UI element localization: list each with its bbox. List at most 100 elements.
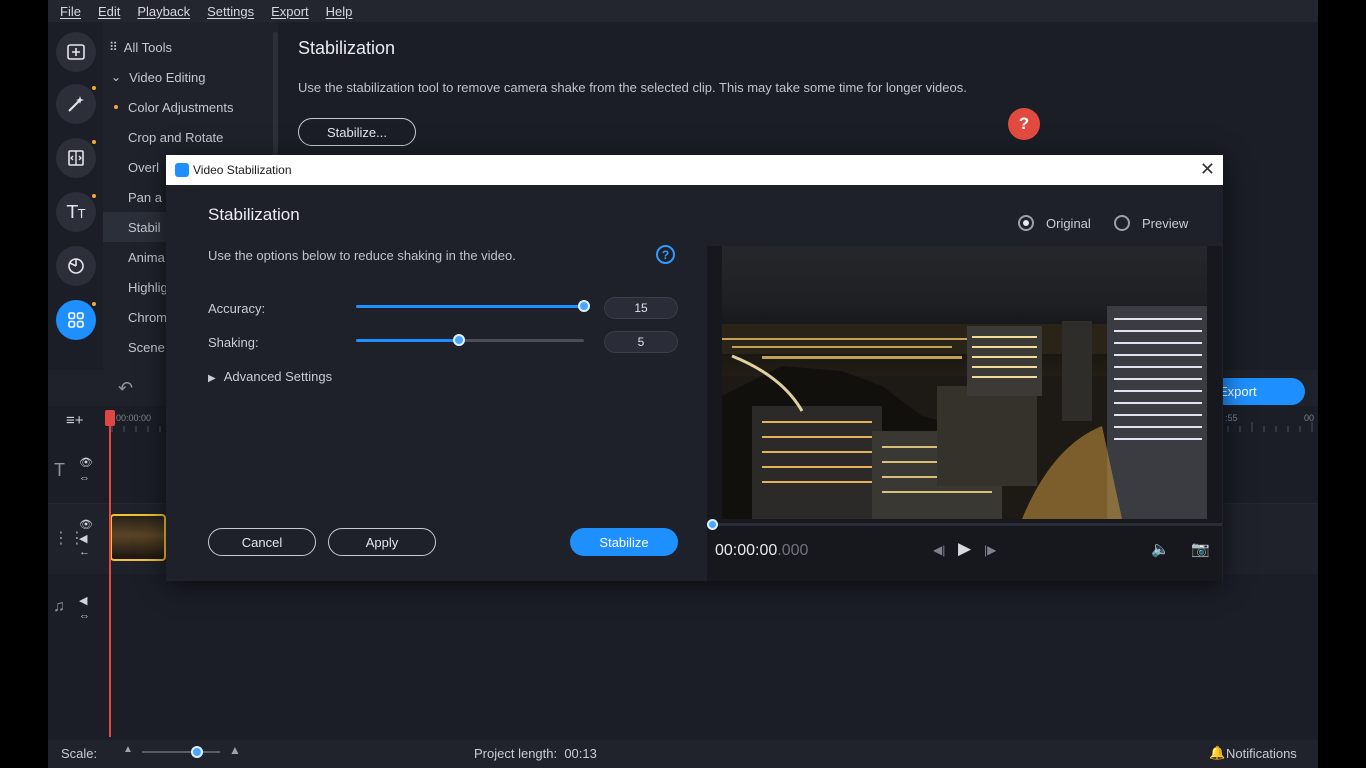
menu-bar: File Edit Playback Settings Export Help [48,0,1318,22]
tool-nav-label: Video Editing [129,69,206,85]
panel-description: Use the stabilization tool to remove cam… [298,80,967,95]
volume-icon[interactable]: ◀ [79,532,87,545]
apply-button[interactable]: Apply [328,528,436,556]
accuracy-slider-fill [356,305,584,308]
preview-radio-label[interactable]: Preview [1142,216,1188,231]
more-tools-icon [68,312,84,328]
arrow-icon[interactable]: ← [79,546,90,558]
help-circle-icon[interactable]: ? [656,245,675,264]
import-icon [67,44,85,60]
export-button[interactable]: Export [1211,378,1305,405]
video-preview[interactable] [722,246,1207,519]
track-controls: T 👁 ⇔ [48,434,108,503]
ruler-time-55: :55 [1225,413,1238,423]
stabilize-button[interactable]: Stabilize [570,528,678,556]
new-indicator-dot [92,86,96,90]
titles-button[interactable]: TT [56,192,96,232]
link-icon[interactable]: ⇔ [79,610,90,622]
add-track-icon[interactable]: ≡+ [66,412,84,429]
menu-edit[interactable]: Edit [98,4,120,19]
dialog-heading: Stabilization [208,205,300,224]
volume-icon[interactable]: ◀ [79,594,87,607]
filters-icon [68,258,84,274]
more-tools-button[interactable] [56,300,96,340]
tool-nav-label: Crop and Rotate [128,129,224,145]
tool-nav-label: Scene [128,339,165,355]
menu-export[interactable]: Export [271,4,309,19]
import-button[interactable] [56,32,96,72]
new-indicator-dot [92,140,96,144]
accuracy-slider[interactable] [356,300,590,312]
timecode-main: 00:00:00 [715,542,778,559]
accuracy-value-field[interactable]: 15 [604,297,678,319]
timecode-milliseconds: .000 [777,542,809,559]
close-icon[interactable]: ✕ [1200,159,1215,179]
video-clip-thumbnail[interactable] [110,514,166,561]
dialog-title: Video Stabilization [193,163,292,177]
magic-wand-icon [68,96,84,112]
shaking-slider-thumb[interactable] [452,334,465,346]
playhead[interactable] [109,412,111,737]
chevron-down-icon: ⌄ [111,70,122,84]
tool-nav-label: Chrom [128,309,168,325]
menu-file[interactable]: File [60,4,81,19]
stabilize-open-button[interactable]: Stabilize... [298,118,416,146]
tool-nav-label: Pan a [128,189,162,205]
shaking-label: Shaking: [208,335,259,350]
tool-nav-label: All Tools [123,39,172,55]
tool-nav-item[interactable]: ⠿ All Tools [103,32,273,62]
play-icon[interactable]: ▶ [958,539,971,559]
volume-icon[interactable]: 🔈 [1151,540,1170,558]
tool-nav-label: Overl [128,159,160,175]
help-question-icon[interactable]: ? [1008,108,1040,140]
new-indicator-dot [92,194,96,198]
music-note-icon: ♫ [53,598,65,615]
menu-settings[interactable]: Settings [207,4,254,19]
notifications-link[interactable]: Notifications [1226,746,1297,761]
track-controls: ⋮⋮ 👁 ◀ ← [48,504,108,574]
grid-icon: ⠿ [109,40,118,54]
filters-button[interactable] [56,246,96,286]
shaking-slider[interactable] [356,334,584,346]
zoom-in-icon[interactable]: ▲ [229,743,241,757]
scale-slider[interactable] [142,746,220,758]
scale-label: Scale: [61,746,98,761]
accuracy-slider-thumb[interactable] [578,300,590,312]
tool-nav-label: Stabil [128,219,161,235]
seek-bar-thumb[interactable] [707,519,718,530]
link-icon[interactable]: ⇔ [79,472,90,484]
seek-bar[interactable] [707,523,1222,526]
chevron-right-icon: ▶ [208,373,216,384]
ruler-time-00: 00 [1304,413,1315,423]
tool-nav-item[interactable]: Color Adjustments [103,92,273,122]
transitions-button[interactable] [56,138,96,178]
camera-snapshot-icon[interactable]: 📷 [1191,540,1210,558]
undo-icon[interactable]: ↶ [118,378,133,399]
bell-icon[interactable]: 🔔 [1209,745,1225,761]
new-indicator-dot [114,105,118,109]
zoom-out-icon[interactable]: ▲ [123,744,133,755]
magic-wand-button[interactable] [56,84,96,124]
shaking-value-field[interactable]: 5 [604,331,678,353]
track-controls: ♫ ◀ ⇔ [48,574,108,644]
original-radio-label[interactable]: Original [1046,216,1091,231]
eye-icon[interactable]: 👁 [79,456,93,469]
menu-playback[interactable]: Playback [137,4,190,19]
scale-slider-thumb[interactable] [190,746,203,758]
previous-frame-icon[interactable]: ◀| [933,543,945,557]
advanced-settings-toggle[interactable]: ▶ Advanced Settings [208,369,332,384]
titles-icon: TT [66,201,86,223]
tool-nav-item[interactable]: Crop and Rotate [103,122,273,152]
next-frame-icon[interactable]: |▶ [984,543,996,557]
menu-help[interactable]: Help [326,4,353,19]
eye-icon[interactable]: 👁 [79,518,93,531]
original-radio[interactable] [1018,215,1034,231]
cancel-button[interactable]: Cancel [208,528,316,556]
tool-nav-label: Color Adjustments [128,99,234,115]
project-length: Project length: 00:13 [474,746,597,761]
timecode: 00:00:00.000 [715,542,808,560]
tool-nav-label: Highlig [128,279,168,295]
tool-nav-item[interactable]: ⌄ Video Editing [103,62,273,92]
stabilization-dialog: Video Stabilization ✕ Stabilization Use … [166,155,1223,581]
preview-radio[interactable] [1114,215,1130,231]
